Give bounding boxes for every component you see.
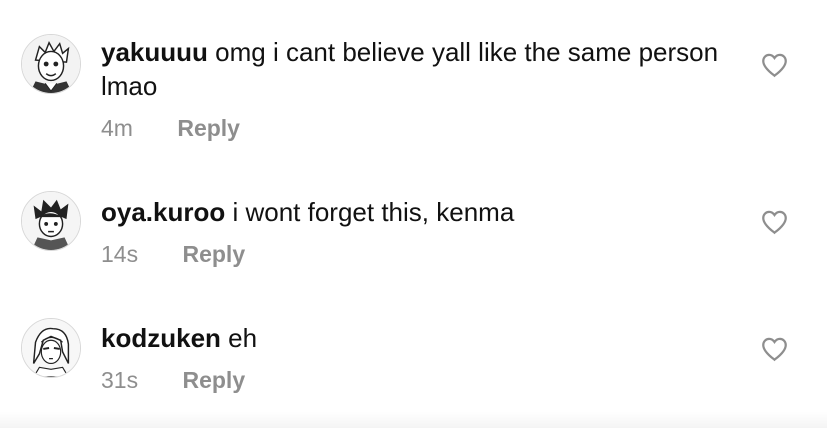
reply-button[interactable]: Reply <box>182 366 245 394</box>
heart-outline-icon[interactable] <box>761 209 788 235</box>
comment-text: i wont forget this, kenma <box>232 197 515 227</box>
comment-text: eh <box>228 323 258 353</box>
comment-meta: 4m Reply <box>101 114 240 142</box>
heart-outline-icon[interactable] <box>761 52 788 78</box>
comments-thread: yakuuuu omg i cant believe yall like the… <box>0 0 827 428</box>
comment-body: oya.kuroo i wont forget this, kenma <box>101 195 741 229</box>
comment-username[interactable]: kodzuken <box>101 323 221 353</box>
reply-button[interactable]: Reply <box>182 240 245 268</box>
anime-avatar-icon <box>22 35 80 93</box>
anime-avatar-icon <box>22 319 80 377</box>
comment-meta: 31s Reply <box>101 366 245 394</box>
comment-username[interactable]: oya.kuroo <box>101 197 225 227</box>
comment-body: kodzuken eh <box>101 321 741 355</box>
comment-time: 4m <box>101 115 133 141</box>
bottom-edge <box>0 412 827 428</box>
comment-body: yakuuuu omg i cant believe yall like the… <box>101 35 741 103</box>
anime-avatar-icon <box>22 192 80 250</box>
avatar[interactable] <box>21 191 81 251</box>
avatar[interactable] <box>21 318 81 378</box>
reply-button[interactable]: Reply <box>177 114 240 142</box>
avatar[interactable] <box>21 34 81 94</box>
comment-time: 31s <box>101 367 139 393</box>
comment-time: 14s <box>101 241 139 267</box>
comment-username[interactable]: yakuuuu <box>101 37 208 67</box>
heart-outline-icon[interactable] <box>761 336 788 362</box>
comment-meta: 14s Reply <box>101 240 245 268</box>
